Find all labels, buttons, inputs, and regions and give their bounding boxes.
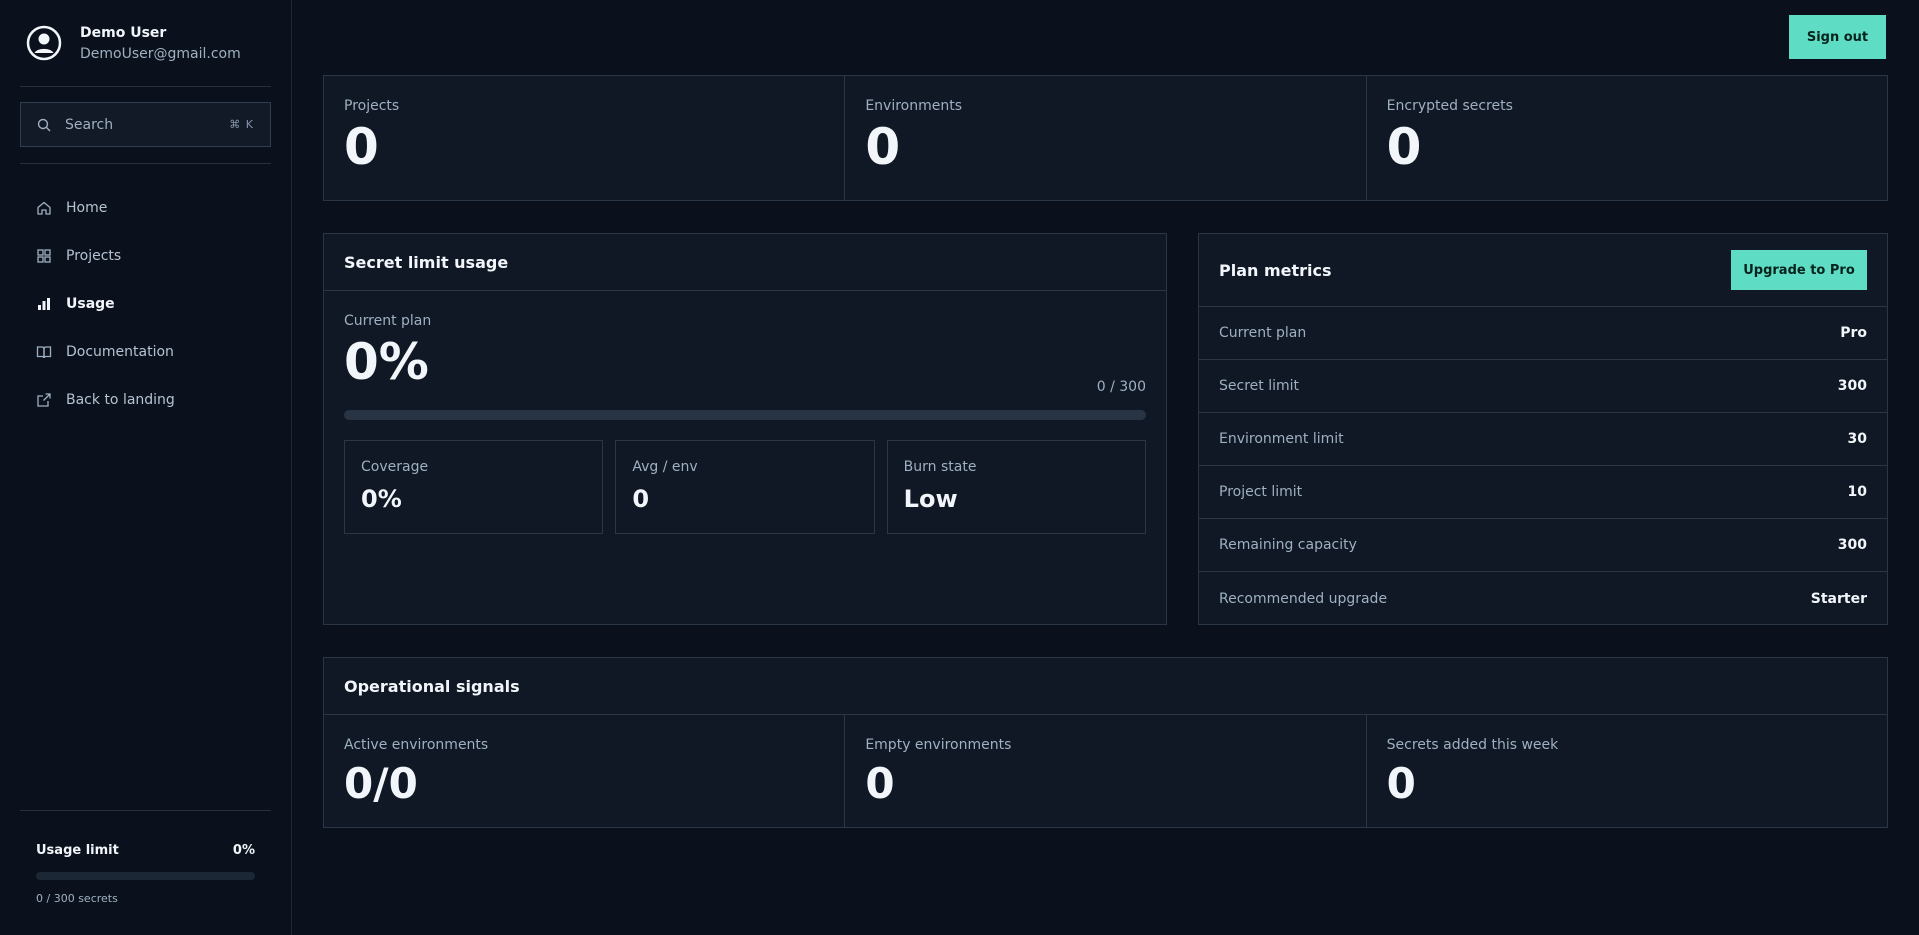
card-label: Avg / env: [632, 459, 698, 475]
sidebar-nav: Home Projects Usage Documentation Back t…: [20, 164, 271, 424]
plan-row-label: Environment limit: [1219, 431, 1344, 447]
bar-chart-icon: [38, 298, 50, 310]
plan-row-label: Current plan: [1219, 325, 1307, 341]
sidebar-item-label: Documentation: [66, 344, 174, 360]
usage-limit-widget: Usage limit 0% 0 / 300 secrets: [20, 810, 271, 905]
stat-environments: Environments 0: [845, 76, 1367, 200]
coverage-card: Coverage 0%: [344, 440, 604, 534]
signal-empty-environments: Empty environments 0: [845, 715, 1367, 828]
plan-row-value: 30: [1847, 431, 1867, 447]
external-link-icon: [37, 393, 51, 407]
card-value: Low: [903, 485, 958, 513]
plan-row-label: Recommended upgrade: [1219, 590, 1388, 607]
stat-label: Active environments: [344, 737, 489, 753]
upgrade-to-pro-button[interactable]: Upgrade to Pro: [1731, 250, 1867, 290]
sidebar-item-projects[interactable]: Projects: [20, 232, 271, 280]
home-icon: [37, 201, 51, 215]
sidebar-item-label: Home: [66, 200, 108, 216]
panel-title: Secret limit usage: [324, 234, 1166, 291]
user-email: DemoUser@gmail.com: [80, 45, 241, 62]
user-profile[interactable]: Demo User DemoUser@gmail.com: [20, 0, 271, 87]
sign-out-button[interactable]: Sign out: [1789, 15, 1886, 59]
book-icon: [36, 346, 52, 359]
current-plan-label: Current plan: [344, 313, 432, 329]
plan-row-label: Secret limit: [1219, 378, 1299, 394]
plan-row-value: 10: [1847, 484, 1867, 500]
usage-limit-label: Usage limit: [36, 843, 119, 858]
stat-label: Secrets added this week: [1386, 737, 1559, 753]
stat-value: 0: [865, 118, 901, 176]
stat-label: Environments: [865, 98, 963, 114]
plan-row-value: Pro: [1840, 325, 1867, 341]
plan-row-secret-limit: Secret limit 300: [1199, 360, 1887, 413]
stat-encrypted-secrets: Encrypted secrets 0: [1367, 76, 1887, 200]
plan-row-project-limit: Project limit 10: [1199, 466, 1887, 519]
usage-percent: 0%: [344, 333, 429, 391]
stat-value: 0: [1386, 759, 1416, 808]
stat-label: Projects: [344, 98, 400, 114]
card-label: Burn state: [903, 459, 977, 475]
avg-per-env-card: Avg / env 0: [615, 440, 875, 534]
plan-row-current-plan: Current plan Pro: [1199, 307, 1887, 360]
plan-row-value: 300: [1837, 378, 1867, 394]
card-label: Coverage: [361, 459, 429, 475]
secret-limit-usage-panel: Secret limit usage Current plan 0% 0 / 3…: [323, 233, 1167, 625]
sidebar-item-documentation[interactable]: Documentation: [20, 328, 271, 376]
panel-title: Plan metrics: [1219, 260, 1332, 280]
plan-row-label: Remaining capacity: [1219, 537, 1357, 553]
card-value: 0: [632, 485, 650, 513]
sidebar-item-label: Usage: [66, 296, 115, 312]
plan-row-environment-limit: Environment limit 30: [1199, 413, 1887, 466]
sidebar-item-home[interactable]: Home: [20, 184, 271, 232]
search-icon: [37, 118, 51, 131]
main-content: Sign out Projects 0 Environments 0 Encry…: [292, 0, 1919, 935]
signal-secrets-added-this-week: Secrets added this week 0: [1367, 715, 1887, 828]
plan-row-value: Starter: [1810, 590, 1867, 607]
usage-count: 0 / 300: [1096, 379, 1146, 395]
user-name: Demo User: [80, 24, 167, 41]
stat-value: 0: [1386, 118, 1422, 176]
operational-signals-panel: Operational signals Active environments …: [323, 657, 1888, 828]
grid-icon: [37, 249, 51, 263]
stat-value: 0/0: [344, 759, 418, 808]
card-value: 0%: [361, 485, 402, 513]
burn-state-card: Burn state Low: [886, 440, 1146, 534]
sidebar: Demo User DemoUser@gmail.com Search ⌘ K …: [0, 0, 292, 935]
sidebar-item-label: Projects: [66, 248, 122, 264]
search-shortcut: ⌘ K: [229, 118, 254, 131]
user-info: Demo User DemoUser@gmail.com: [80, 25, 241, 62]
stat-value: 0: [344, 118, 379, 176]
secret-usage-progress-bar: [344, 410, 1146, 420]
sidebar-item-usage[interactable]: Usage: [20, 280, 271, 328]
usage-limit-percent: 0%: [232, 843, 255, 858]
plan-metrics-panel: Plan metrics Upgrade to Pro Current plan…: [1198, 233, 1888, 625]
plan-row-remaining-capacity: Remaining capacity 300: [1199, 519, 1887, 572]
user-avatar-icon: [26, 25, 62, 61]
panel-title: Operational signals: [324, 658, 1887, 715]
usage-limit-summary: 0 / 300 secrets: [36, 892, 118, 905]
stat-label: Encrypted secrets: [1386, 98, 1513, 114]
stat-label: Empty environments: [865, 737, 1012, 753]
sidebar-item-label: Back to landing: [66, 392, 175, 408]
plan-row-recommended-upgrade: Recommended upgrade Starter: [1199, 572, 1887, 625]
search-placeholder: Search: [65, 116, 114, 133]
plan-row-label: Project limit: [1219, 484, 1303, 500]
signal-active-environments: Active environments 0/0: [324, 715, 846, 828]
stat-projects: Projects 0: [324, 76, 846, 200]
usage-limit-bar: [36, 872, 255, 880]
sidebar-item-back-to-landing[interactable]: Back to landing: [20, 376, 271, 424]
search-input[interactable]: Search ⌘ K: [20, 102, 271, 147]
summary-stats: Projects 0 Environments 0 Encrypted secr…: [323, 75, 1888, 201]
plan-row-value: 300: [1837, 537, 1867, 553]
stat-value: 0: [865, 759, 895, 808]
